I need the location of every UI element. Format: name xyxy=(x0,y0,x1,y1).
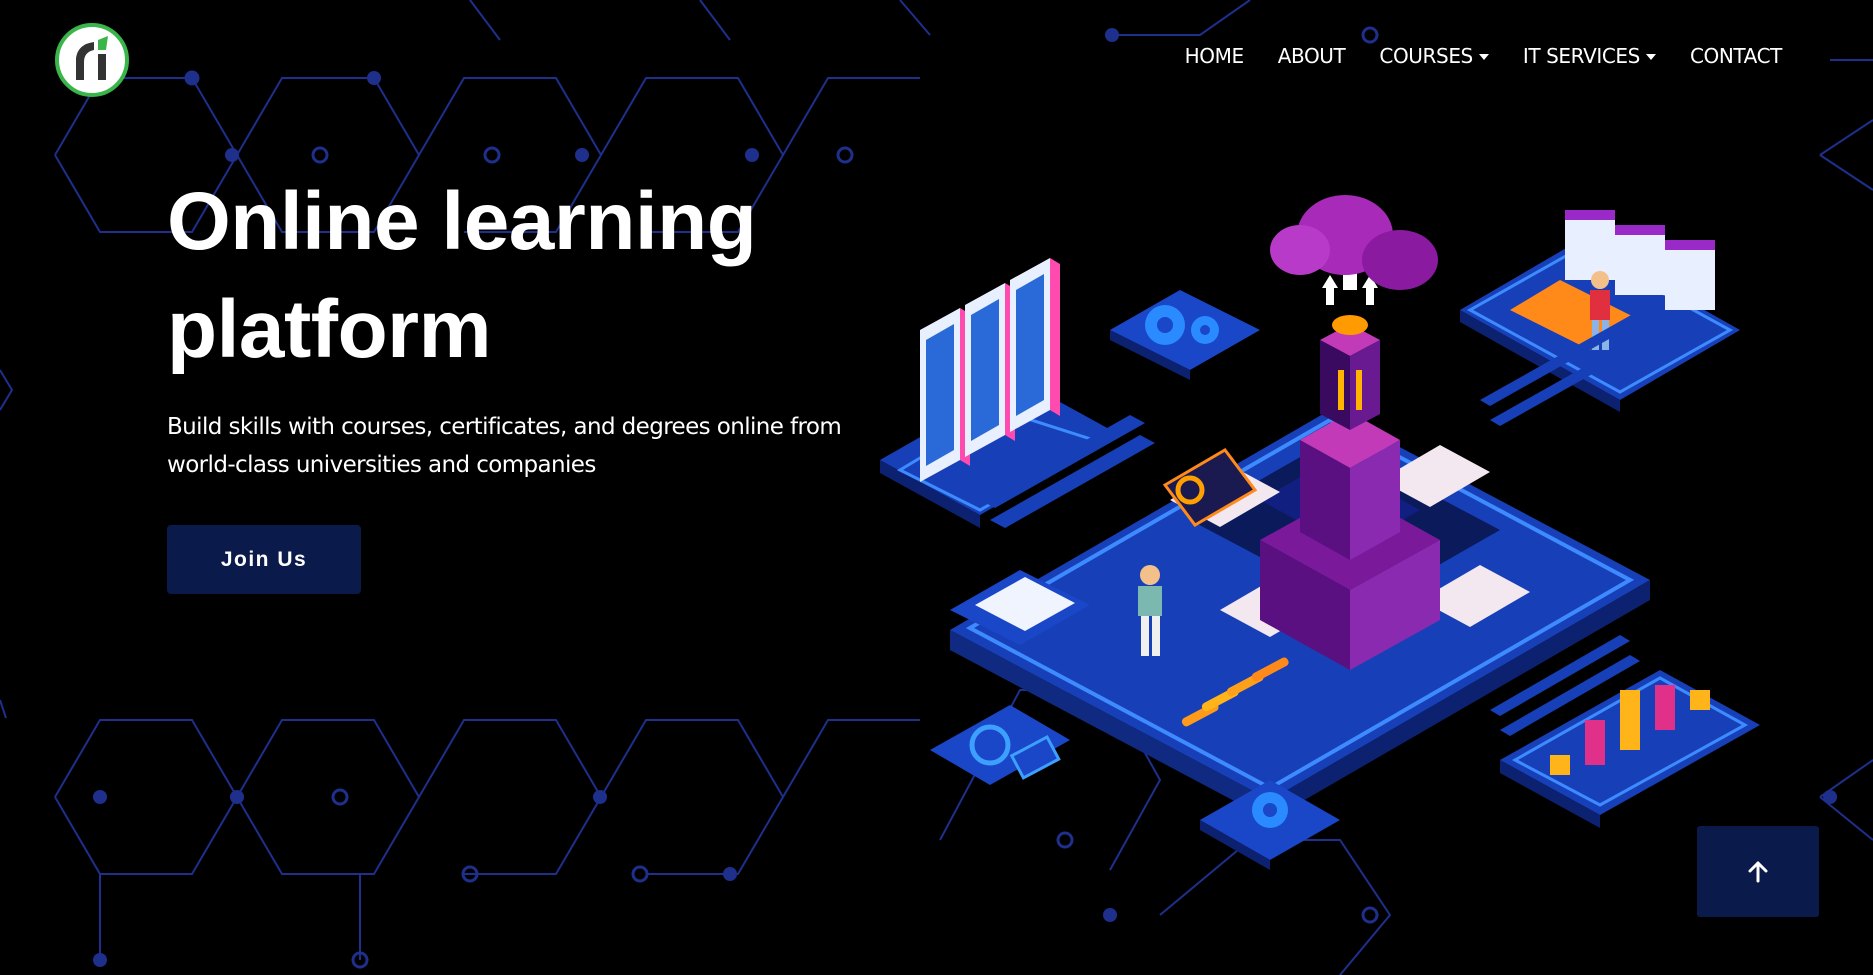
nav-it-services-dropdown[interactable]: IT SERVICES xyxy=(1523,44,1656,68)
nav-it-services-label: IT SERVICES xyxy=(1522,44,1640,68)
landing-page: HOME ABOUT COURSES IT SERVICES CONTACT O… xyxy=(0,0,1873,975)
nav-contact-label: CONTACT xyxy=(1689,44,1782,68)
main-nav: HOME ABOUT COURSES IT SERVICES CONTACT xyxy=(1185,44,1783,68)
arrow-up-icon xyxy=(1748,861,1768,882)
nav-contact[interactable]: CONTACT xyxy=(1690,44,1782,68)
nav-about-label: ABOUT xyxy=(1277,44,1346,68)
nav-about[interactable]: ABOUT xyxy=(1278,44,1346,68)
nav-courses-dropdown[interactable]: COURSES xyxy=(1379,44,1489,68)
hero-subtitle: Build skills with courses, certificates,… xyxy=(167,414,842,478)
hero-title: Online learning platform xyxy=(167,176,757,375)
nav-home-label: HOME xyxy=(1184,44,1244,68)
brand-logo[interactable] xyxy=(54,22,130,98)
nav-courses-label: COURSES xyxy=(1379,44,1473,68)
nav-home[interactable]: HOME xyxy=(1185,44,1244,68)
join-us-button[interactable]: Join Us xyxy=(167,525,361,594)
caret-down-icon xyxy=(1478,54,1489,60)
caret-down-icon xyxy=(1645,54,1656,60)
isometric-learning-illustration xyxy=(880,195,1760,870)
back-to-top-button[interactable] xyxy=(1697,826,1819,917)
brand-logo-icon xyxy=(55,23,129,97)
